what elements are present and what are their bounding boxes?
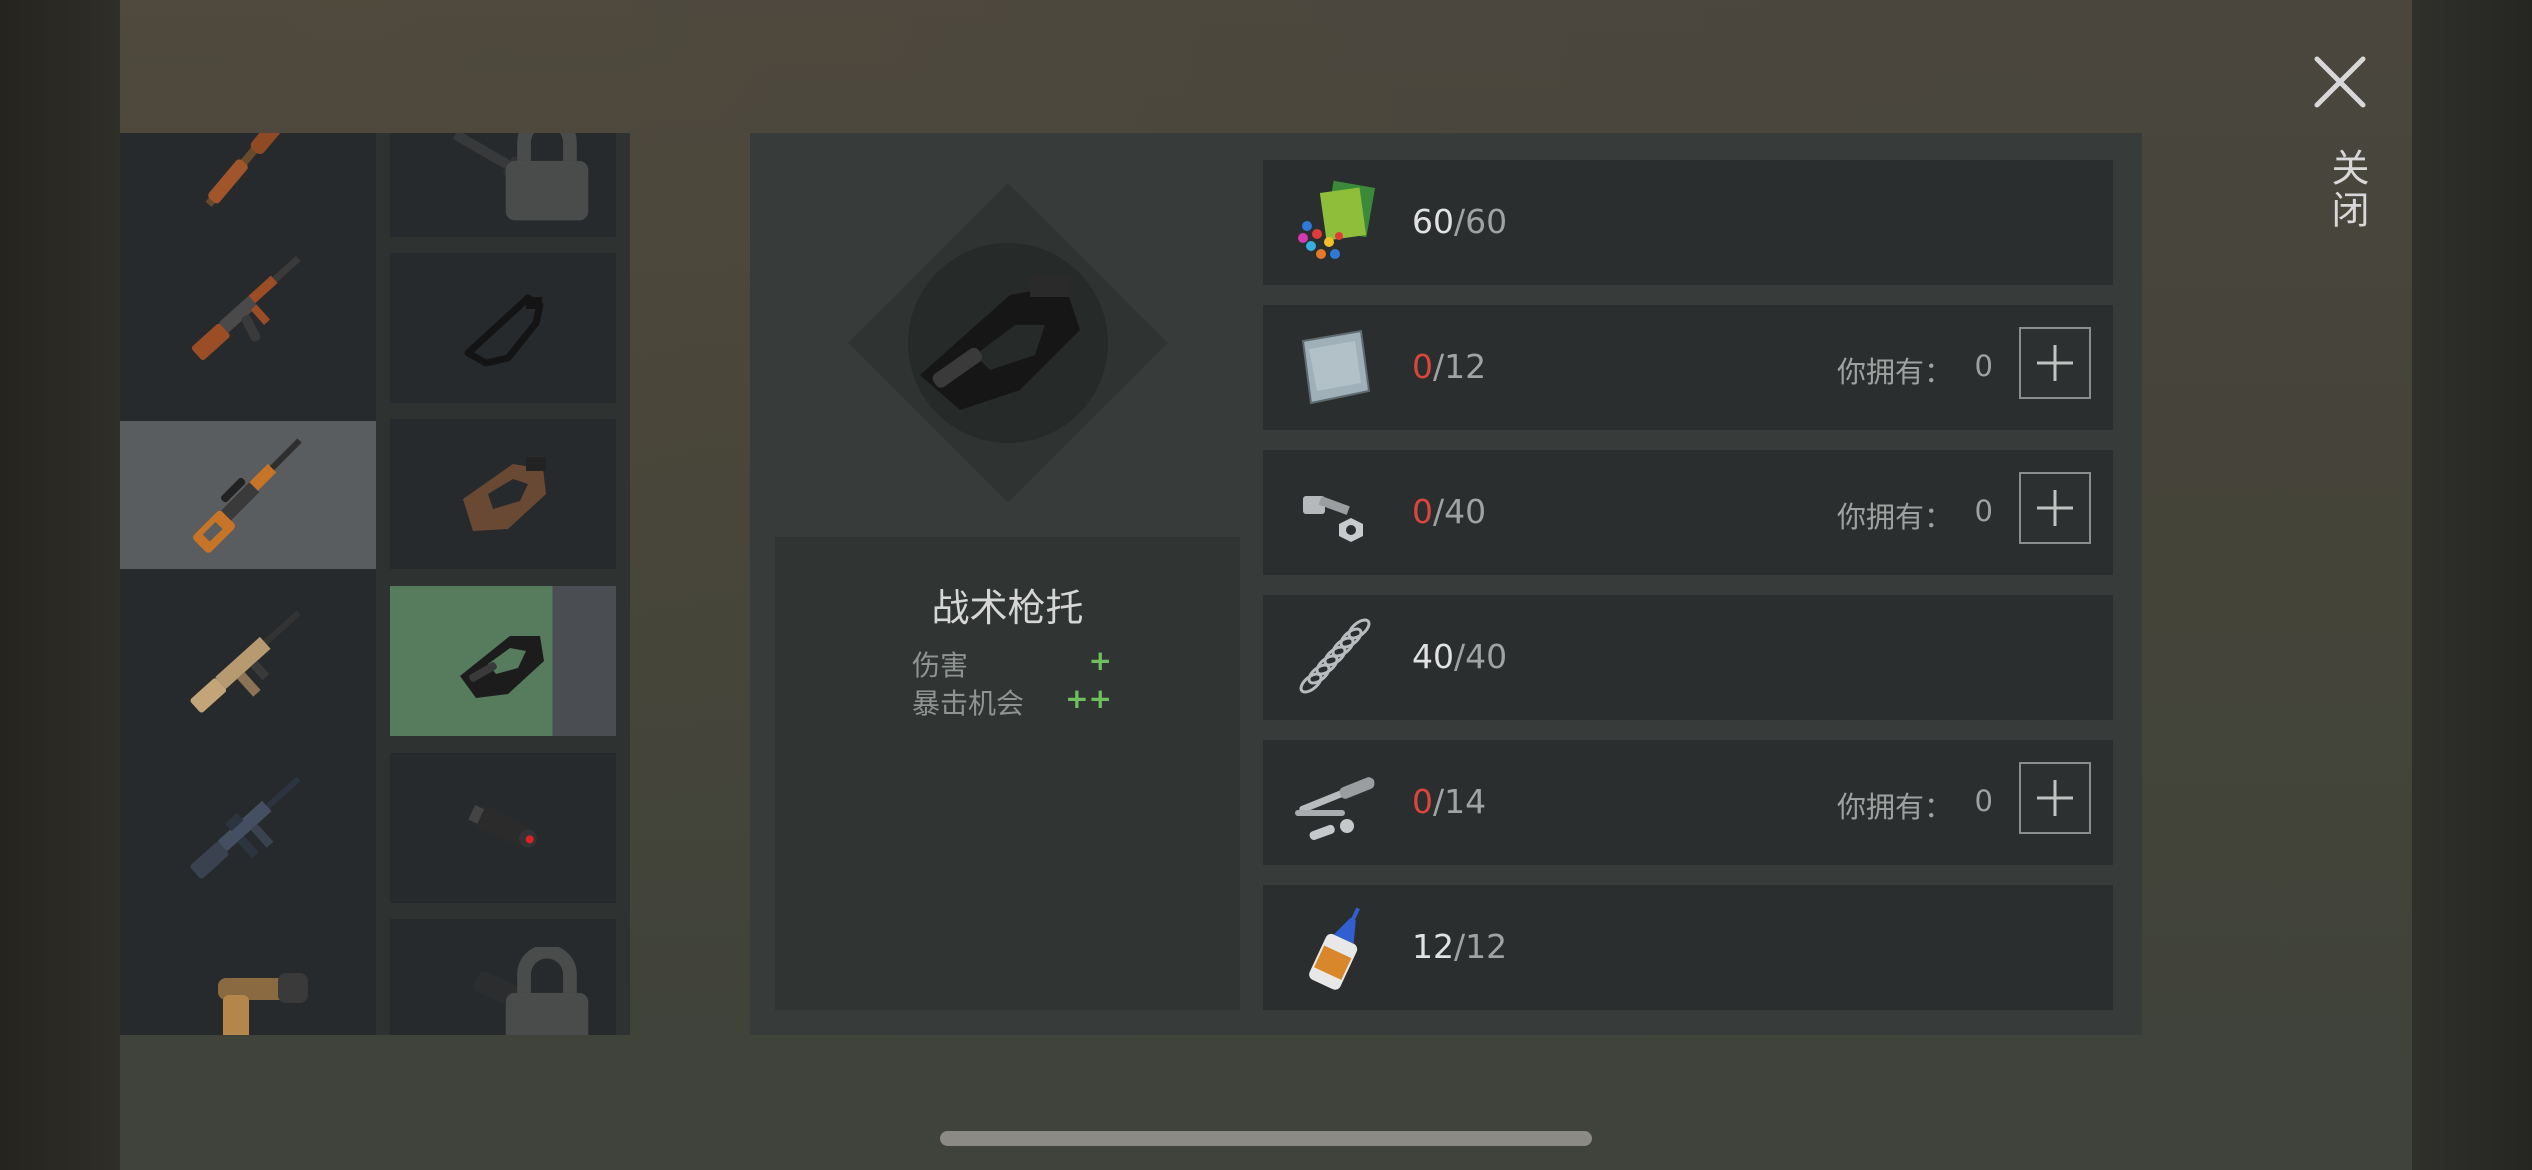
stat-label: 暴击机会: [912, 687, 1025, 720]
weapon-slot-scar[interactable]: [120, 587, 376, 735]
dragunov-rifle-icon: [193, 438, 302, 553]
attachment-slot-folding-stock[interactable]: [390, 253, 616, 403]
owned-count: 0: [1974, 349, 1993, 383]
resource-count: 40/40: [1412, 637, 1507, 676]
weapon-slot-dragunov[interactable]: [120, 421, 376, 569]
resource-need: /60: [1454, 202, 1508, 241]
selection-pointer: [352, 470, 376, 522]
attachment-list[interactable]: [376, 133, 630, 1035]
add-gun-parts-button[interactable]: [2019, 762, 2091, 834]
resource-have: 40: [1412, 637, 1454, 676]
folding-stock-icon: [464, 294, 544, 367]
home-indicator[interactable]: [940, 1131, 1592, 1146]
wooden-stock-icon: [463, 457, 546, 531]
tactical-stock-icon: [460, 636, 544, 698]
ak-rifle-icon: [191, 255, 301, 361]
resource-need: /40: [1454, 637, 1508, 676]
resource-need: /12: [1454, 927, 1508, 966]
weapon-slot-m16[interactable]: [120, 753, 376, 901]
resource-have: 60: [1412, 202, 1454, 241]
resource-row-springs: 40/40: [1263, 595, 2113, 720]
resource-have: 0: [1412, 782, 1433, 821]
plus-icon: [2037, 345, 2073, 381]
attachment-slot-wooden-stock[interactable]: [390, 419, 616, 569]
item-preview: [848, 183, 1170, 505]
right-letterbox: [2412, 0, 2532, 1170]
laser-sight-icon: [468, 805, 537, 848]
lock-icon: [505, 947, 589, 1035]
resource-have: 0: [1412, 492, 1433, 531]
plus-icon: [2037, 490, 2073, 526]
lever-rifle-icon: [205, 133, 291, 207]
tactical-stock-preview-icon: [920, 275, 1080, 410]
owned-label: 你拥有：: [1836, 500, 1953, 534]
resource-need: /40: [1433, 492, 1487, 531]
plastic-pellets-icon: [1298, 180, 1376, 259]
gun-parts-icon: [1295, 777, 1375, 841]
resource-count: 12/12: [1412, 927, 1507, 966]
left-letterbox: [0, 0, 120, 1170]
scar-rifle-icon: [190, 610, 301, 713]
lock-icon: [505, 133, 589, 221]
spring-icon: [1299, 618, 1371, 694]
plus-icon: [2037, 780, 2073, 816]
owned-label: 你拥有：: [1836, 790, 1953, 824]
resource-need: /12: [1433, 347, 1487, 386]
m16-rifle-icon: [190, 776, 301, 879]
attachment-slot-locked-scope[interactable]: [390, 919, 616, 1035]
resource-have: 0: [1412, 347, 1433, 386]
resource-row-bolts: 0/40 你拥有： 0: [1263, 450, 2113, 575]
resource-count: 0/14: [1412, 782, 1486, 821]
stat-label: 伤害: [912, 649, 969, 682]
owned-label: 你拥有：: [1836, 355, 1953, 389]
weapon-slot-flare-gun[interactable]: [120, 919, 376, 1035]
close-label[interactable]: 关闭: [2320, 148, 2375, 232]
resource-have: 12: [1412, 927, 1454, 966]
item-name: 战术枪托: [931, 586, 1084, 630]
weapon-list[interactable]: [120, 133, 376, 1035]
stat-damage: 伤害 +: [912, 644, 1112, 682]
add-bolts-button[interactable]: [2019, 472, 2091, 544]
owned-count: 0: [1974, 784, 1993, 818]
resource-count: 0/40: [1412, 492, 1486, 531]
bolt-nut-icon: [1303, 496, 1363, 542]
attachment-slot-laser-sight[interactable]: [390, 753, 616, 903]
glue-bottle-icon: [1309, 907, 1360, 990]
resource-row-glue: 12/12: [1263, 885, 2113, 1010]
resource-count: 60/60: [1412, 202, 1507, 241]
resource-need: /14: [1433, 782, 1487, 821]
resource-row-plastic: 60/60: [1263, 160, 2113, 285]
attachment-slot-locked-barrel[interactable]: [390, 133, 616, 237]
close-icon[interactable]: [2313, 55, 2367, 109]
owned-count: 0: [1974, 494, 1993, 528]
weapon-slot-lever-rifle[interactable]: [120, 133, 376, 233]
weapon-slot-ak[interactable]: [120, 233, 376, 381]
item-info-box: 战术枪托 伤害 + 暴击机会 ++: [775, 537, 1240, 1010]
stat-value: ++: [1065, 682, 1112, 715]
resource-count: 0/12: [1412, 347, 1486, 386]
stat-value: +: [1088, 644, 1112, 677]
stat-crit-chance: 暴击机会 ++: [912, 682, 1112, 720]
add-metal-sheet-button[interactable]: [2019, 327, 2091, 399]
flare-gun-icon: [218, 973, 308, 1035]
metal-sheet-icon: [1301, 329, 1371, 405]
resource-row-gun-parts: 0/14 你拥有： 0: [1263, 740, 2113, 865]
resource-row-metal-sheet: 0/12 你拥有： 0: [1263, 305, 2113, 430]
attachment-slot-tactical-stock[interactable]: [390, 586, 616, 736]
